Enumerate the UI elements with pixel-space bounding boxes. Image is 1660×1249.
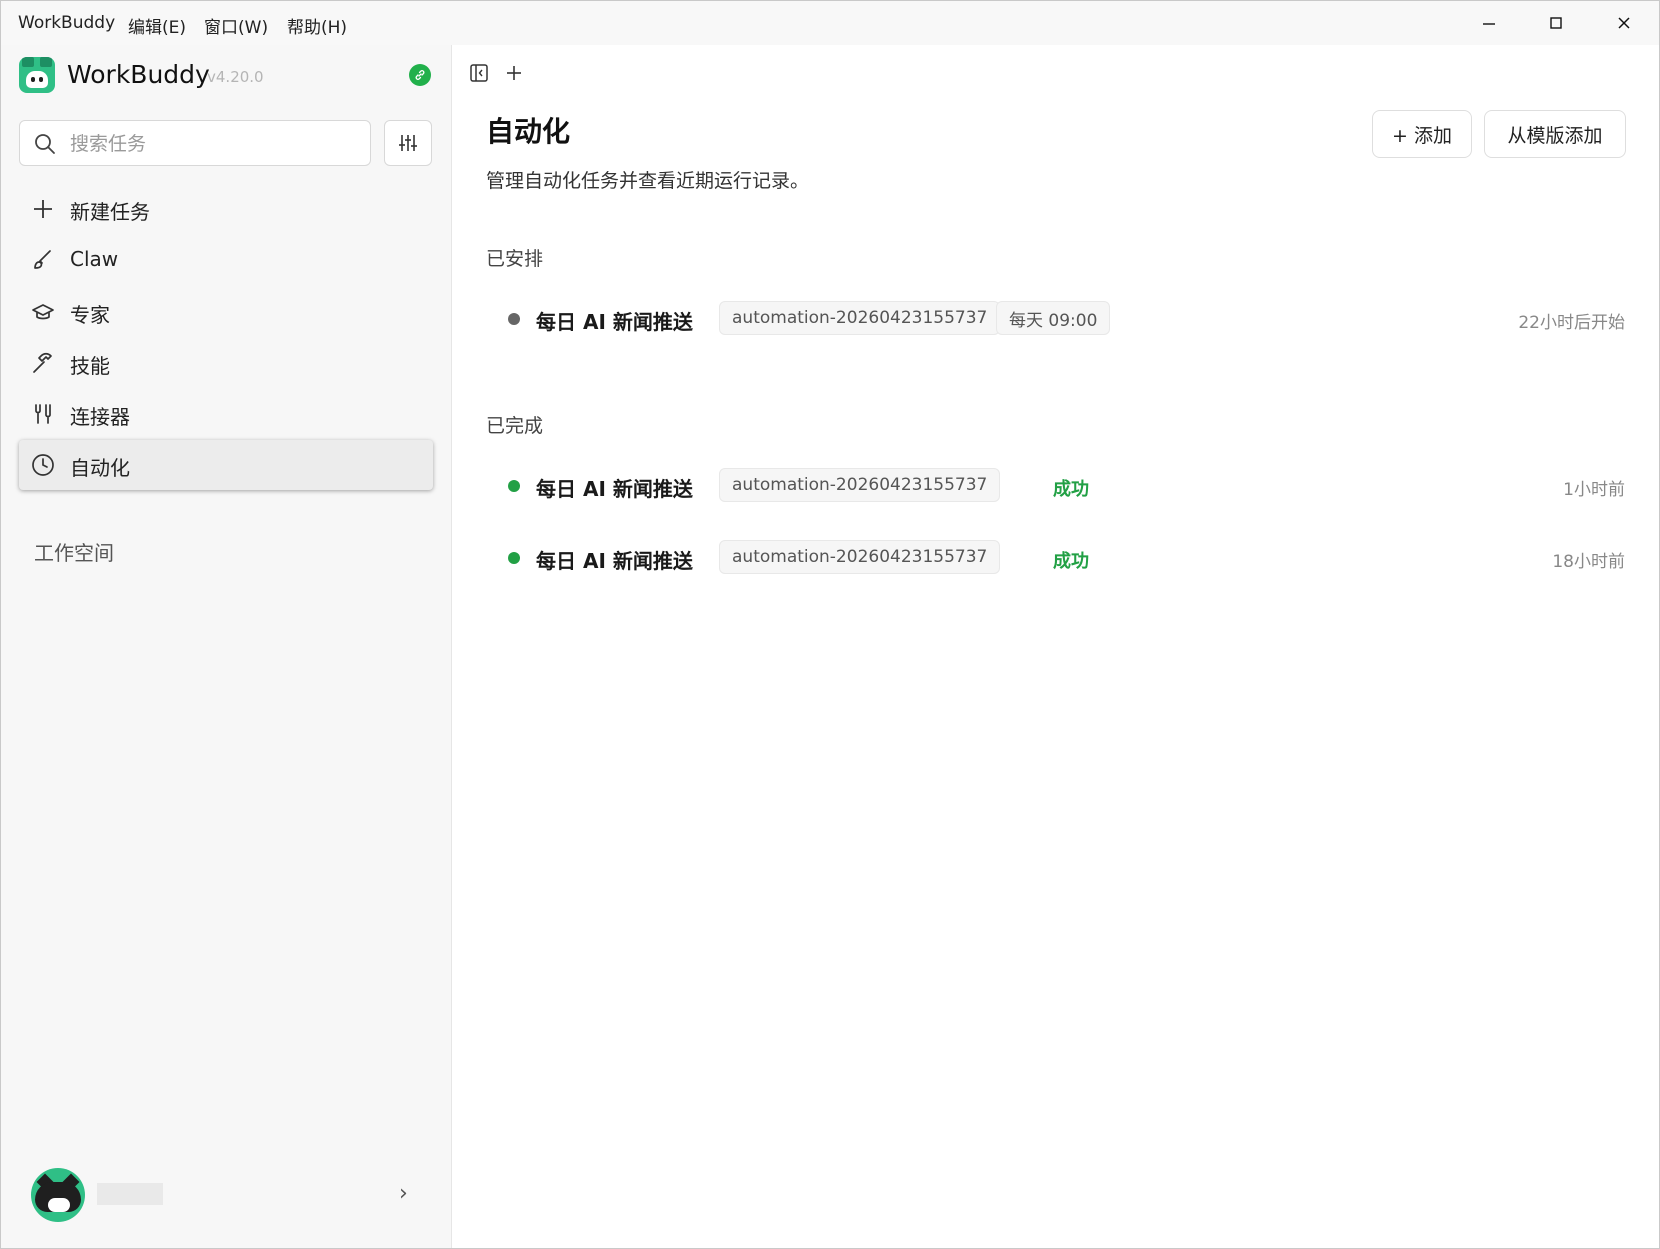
menu-window[interactable]: 窗口(W) xyxy=(204,13,268,38)
search-box[interactable] xyxy=(19,120,371,167)
page-subtitle: 管理自动化任务并查看近期运行记录。 xyxy=(486,170,810,192)
sidebar-item-label: Claw xyxy=(70,247,119,271)
close-button[interactable] xyxy=(1589,1,1659,45)
add-from-template-button[interactable]: 从模版添加 xyxy=(1484,110,1626,158)
task-time: 1小时前 xyxy=(1563,480,1625,500)
task-name: 每日 AI 新闻推送 xyxy=(536,477,693,501)
task-id-tag: automation-20260423155737 xyxy=(719,540,1001,574)
hammer-icon xyxy=(33,352,52,373)
sidebar-item-new-task[interactable]: 新建任务 xyxy=(19,184,433,234)
sidebar-item-label: 技能 xyxy=(70,354,110,378)
list-item[interactable]: 每日 AI 新闻推送 automation-20260423155737 每天 … xyxy=(508,301,1658,337)
app-logo-icon xyxy=(19,57,55,93)
maximize-icon xyxy=(1550,17,1562,29)
list-item[interactable]: 每日 AI 新闻推送 automation-20260423155737 成功 … xyxy=(508,468,1658,504)
plus-icon xyxy=(507,66,521,80)
add-button[interactable]: + 添加 xyxy=(1372,110,1472,158)
status-dot xyxy=(508,480,520,492)
minimize-icon xyxy=(1483,23,1495,25)
link-icon xyxy=(415,70,425,80)
chevron-right-icon[interactable]: › xyxy=(399,1181,408,1206)
filter-button[interactable] xyxy=(384,120,432,166)
close-icon xyxy=(1618,17,1630,29)
sidebar-item-label: 自动化 xyxy=(70,456,130,480)
menu-bar: WorkBuddy 编辑(E) 窗口(W) 帮助(H) xyxy=(1,1,1659,45)
list-item[interactable]: 每日 AI 新闻推送 automation-20260423155737 成功 … xyxy=(508,540,1658,576)
username-placeholder xyxy=(97,1183,163,1205)
clock-icon xyxy=(32,454,54,476)
page-title: 自动化 xyxy=(486,115,571,148)
sidebar-item-label: 专家 xyxy=(70,303,110,327)
sidebar-item-experts[interactable]: 专家 xyxy=(19,287,433,337)
link-status-icon[interactable] xyxy=(409,64,431,86)
app-window: WorkBuddy 编辑(E) 窗口(W) 帮助(H) WorkBuddy v4… xyxy=(0,0,1660,1249)
app-version: v4.20.0 xyxy=(207,68,264,86)
task-id-tag: automation-20260423155737 xyxy=(719,301,1001,335)
status-badge: 成功 xyxy=(1053,479,1089,500)
sidebar-item-automation[interactable]: 自动化 xyxy=(19,440,433,490)
maximize-button[interactable] xyxy=(1521,1,1591,45)
schedule-tag: 每天 09:00 xyxy=(996,301,1111,335)
search-input[interactable] xyxy=(68,121,362,167)
main-content: 自动化 管理自动化任务并查看近期运行记录。 + 添加 从模版添加 已安排 每日 … xyxy=(452,45,1659,1248)
app-name: WorkBuddy xyxy=(67,60,210,89)
task-time: 22小时后开始 xyxy=(1518,313,1625,333)
task-name: 每日 AI 新闻推送 xyxy=(536,549,693,573)
brush-icon xyxy=(34,250,51,269)
toggle-sidebar-button[interactable] xyxy=(466,60,492,86)
sidebar-item-label: 新建任务 xyxy=(70,200,150,224)
search-icon xyxy=(35,134,55,154)
sidebar-toggle-icon xyxy=(470,64,488,82)
menu-help[interactable]: 帮助(H) xyxy=(287,13,347,38)
completed-section-title: 已完成 xyxy=(486,415,544,437)
graduation-cap-icon xyxy=(32,304,54,320)
status-dot xyxy=(508,313,520,325)
new-tab-button[interactable] xyxy=(501,60,527,86)
avatar[interactable] xyxy=(31,1168,85,1222)
workspace-heading[interactable]: 工作空间 xyxy=(34,537,114,566)
status-badge: 成功 xyxy=(1053,551,1089,572)
sidebar-item-skills[interactable]: 技能 xyxy=(19,338,433,388)
sidebar-item-label: 连接器 xyxy=(70,405,130,429)
task-name: 每日 AI 新闻推送 xyxy=(536,310,693,334)
sliders-icon xyxy=(399,135,417,151)
scheduled-section-title: 已安排 xyxy=(486,248,544,270)
status-dot xyxy=(508,552,520,564)
menu-app[interactable]: WorkBuddy xyxy=(18,13,115,33)
sidebar-item-claw[interactable]: Claw xyxy=(19,235,433,285)
task-time: 18小时前 xyxy=(1552,552,1625,572)
connector-icon xyxy=(35,404,51,424)
plus-icon xyxy=(34,200,52,218)
menu-edit[interactable]: 编辑(E) xyxy=(128,13,186,38)
sidebar-item-connectors[interactable]: 连接器 xyxy=(19,389,433,439)
task-id-tag: automation-20260423155737 xyxy=(719,468,1001,502)
minimize-button[interactable] xyxy=(1454,1,1524,45)
